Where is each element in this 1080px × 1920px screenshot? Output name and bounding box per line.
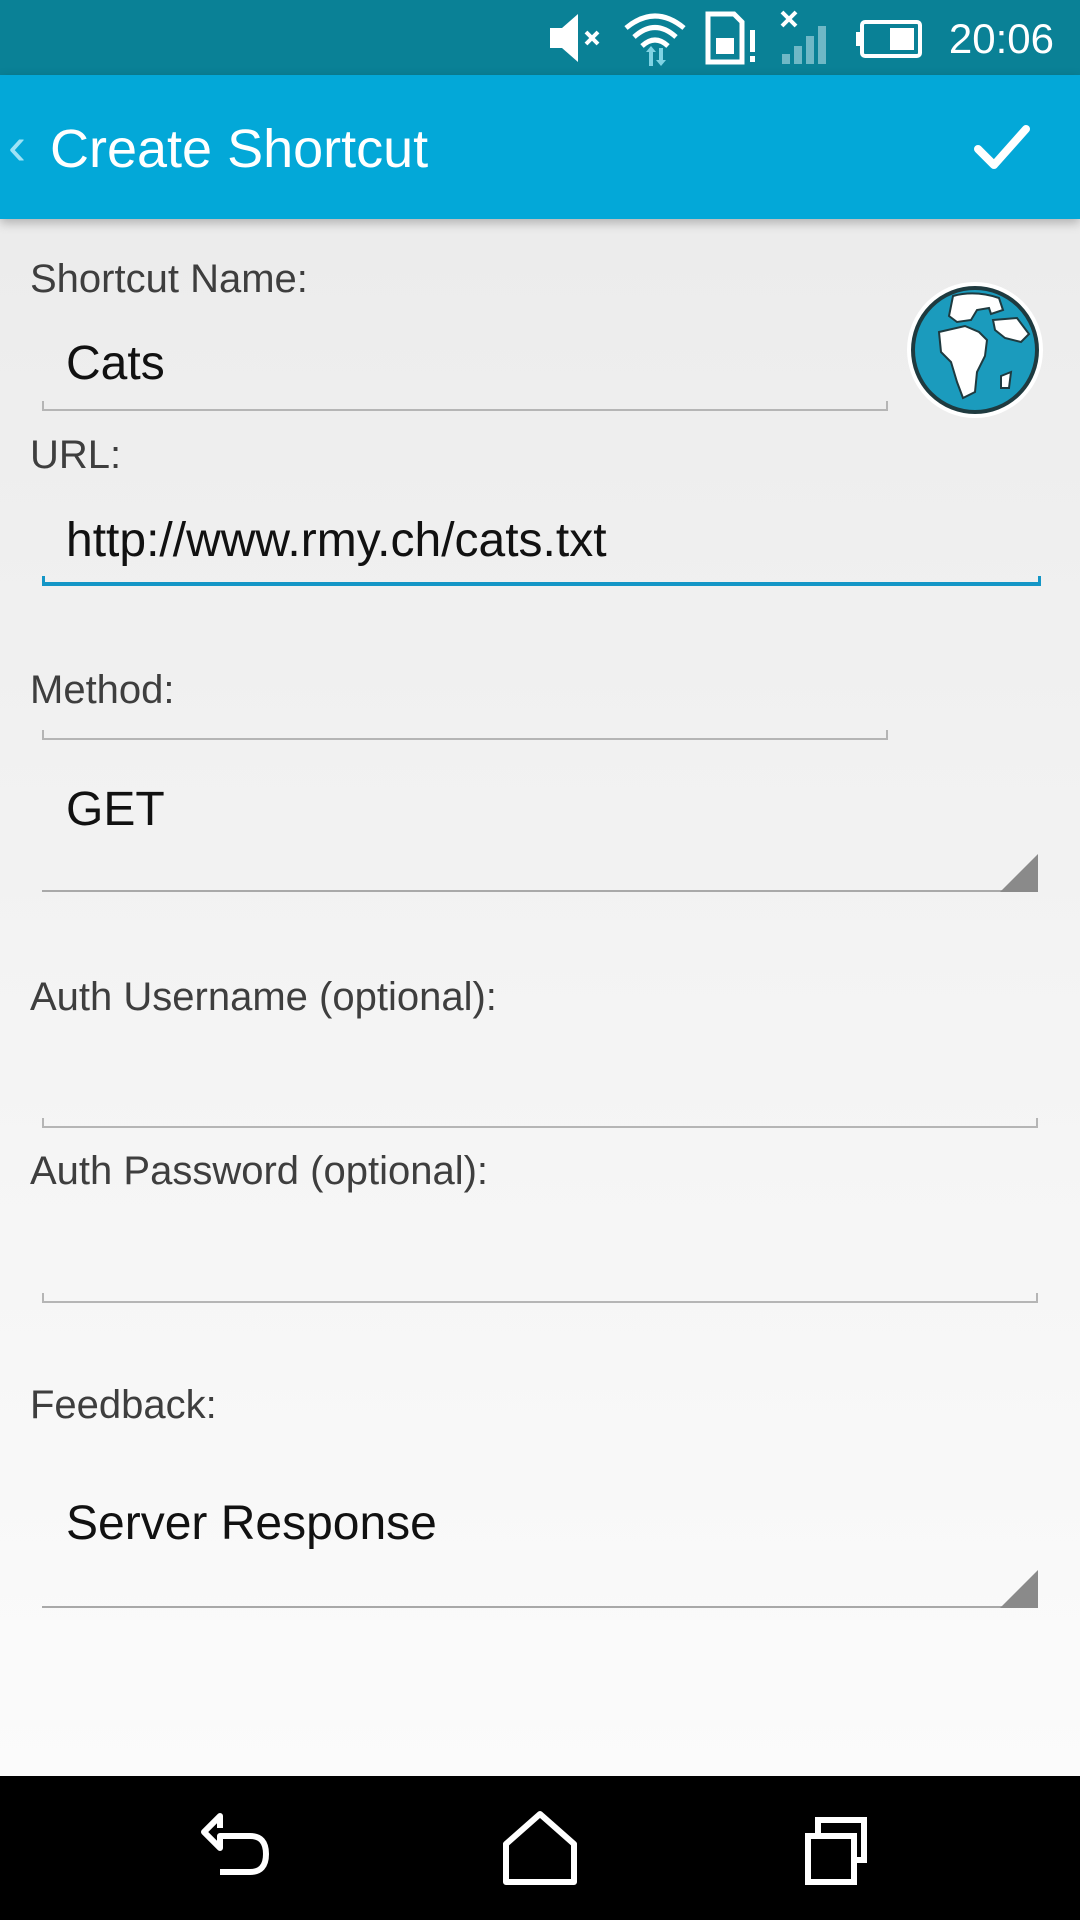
- volume-muted-icon: [550, 14, 600, 62]
- action-bar: ‹ Create Shortcut: [0, 75, 1080, 219]
- feedback-selected-value: Server Response: [66, 1497, 437, 1550]
- method-spinner[interactable]: GET: [40, 770, 1040, 892]
- screen-title[interactable]: Create Shortcut: [50, 75, 428, 219]
- shortcut-name-value: Cats: [66, 337, 165, 390]
- status-bar: 20:06: [0, 0, 1080, 75]
- globe-icon[interactable]: [905, 280, 1045, 420]
- battery-icon: [856, 20, 922, 58]
- url-value: http://www.rmy.ch/cats.txt: [66, 514, 607, 567]
- shortcut-name-underline: [42, 401, 888, 411]
- dropdown-arrow-icon: [1000, 854, 1038, 892]
- url-field[interactable]: http://www.rmy.ch/cats.txt: [40, 505, 1040, 585]
- auth-password-label: Auth Password (optional):: [30, 1149, 489, 1193]
- auth-username-field[interactable]: [40, 1045, 1040, 1125]
- status-clock: 20:06: [948, 15, 1054, 62]
- url-underline: [42, 576, 1041, 586]
- recents-icon[interactable]: [790, 1798, 890, 1898]
- no-signal-icon: [780, 10, 826, 64]
- home-icon[interactable]: [490, 1798, 590, 1898]
- wifi-icon: [624, 13, 686, 66]
- feedback-label: Feedback:: [30, 1383, 217, 1427]
- shortcut-name-underline: [42, 730, 888, 740]
- method-label: Method:: [30, 668, 175, 712]
- auth-username-underline: [42, 1118, 1038, 1128]
- auth-password-underline: [42, 1293, 1038, 1303]
- navigation-bar: [0, 1776, 1080, 1920]
- method-spinner-line: [42, 890, 1038, 892]
- back-icon[interactable]: [190, 1798, 290, 1898]
- feedback-spinner-line: [42, 1606, 1038, 1608]
- auth-username-label: Auth Username (optional):: [30, 975, 497, 1019]
- auth-password-field[interactable]: [40, 1220, 1040, 1300]
- method-selected-value: GET: [66, 783, 165, 836]
- url-label: URL:: [30, 433, 122, 477]
- sim-alert-icon: [705, 11, 755, 65]
- shortcut-name-label: Shortcut Name:: [30, 257, 308, 301]
- chevron-left-icon[interactable]: ‹: [8, 119, 26, 173]
- shortcut-name-field[interactable]: Cats: [40, 330, 890, 740]
- checkmark-icon[interactable]: [972, 117, 1032, 177]
- dropdown-arrow-icon: [1000, 1570, 1038, 1608]
- feedback-spinner[interactable]: Server Response: [40, 1486, 1040, 1608]
